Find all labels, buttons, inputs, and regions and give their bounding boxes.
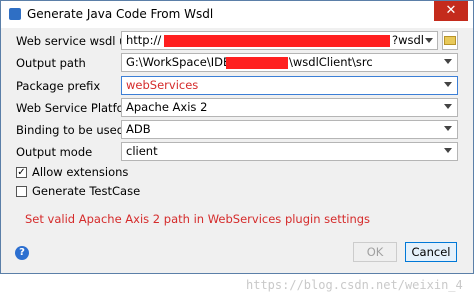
help-icon[interactable]: ? [15, 246, 29, 260]
allow-extensions-label: Allow extensions [32, 165, 129, 179]
redacted-block [164, 35, 390, 47]
chevron-down-icon[interactable] [425, 38, 433, 43]
binding-label: Binding to be used [16, 123, 124, 137]
wsdl-url-label: Web service wsdl url [16, 34, 135, 48]
redacted-block [226, 57, 288, 69]
chevron-down-icon[interactable] [444, 126, 452, 131]
watermark: https://blog.csdn.net/weixin_4 [246, 278, 463, 292]
platform-value: Apache Axis 2 [126, 100, 208, 114]
cancel-button[interactable]: Cancel [405, 242, 457, 262]
axis-path-warning: Set valid Apache Axis 2 path in WebServi… [25, 212, 371, 226]
browse-button[interactable] [442, 31, 458, 50]
output-mode-label: Output mode [16, 145, 93, 159]
output-path-select[interactable]: G:\WorkSpace\IDEA\ \wsdlClient\src [121, 53, 458, 72]
binding-select[interactable]: ADB [121, 120, 458, 139]
output-mode-select[interactable]: client [121, 142, 458, 161]
close-button[interactable]: ✕ [434, 1, 468, 21]
title-bar: Generate Java Code From Wsdl ✕ [1, 1, 473, 28]
platform-select[interactable]: Apache Axis 2 [121, 98, 458, 117]
ok-button[interactable]: OK [353, 242, 397, 262]
output-path-prefix: G:\WorkSpace\IDEA\ [126, 55, 242, 69]
output-mode-value: client [126, 144, 158, 158]
package-prefix-input[interactable]: webServices [121, 76, 458, 95]
wsdl-url-suffix: ?wsdl [392, 33, 424, 47]
app-icon [9, 8, 21, 20]
generate-java-code-dialog: Generate Java Code From Wsdl ✕ Web servi… [0, 0, 474, 292]
output-path-suffix: \wsdlClient\src [289, 55, 373, 69]
wsdl-url-prefix: http:// [126, 33, 162, 47]
generate-testcase-label: Generate TestCase [32, 184, 141, 198]
chevron-down-icon[interactable] [444, 82, 452, 87]
binding-value: ADB [126, 122, 151, 136]
chevron-down-icon[interactable] [444, 104, 452, 109]
dialog-content: Web service wsdl url http:// ?wsdl Outpu… [1, 28, 473, 292]
wsdl-url-input[interactable]: http:// ?wsdl [121, 31, 438, 50]
allow-extensions-checkbox[interactable]: ✓ [16, 167, 27, 178]
chevron-down-icon[interactable] [444, 148, 452, 153]
output-path-label: Output path [16, 56, 86, 70]
package-prefix-label: Package prefix [16, 79, 101, 93]
chevron-down-icon[interactable] [444, 59, 452, 64]
folder-icon [444, 36, 456, 45]
window-title: Generate Java Code From Wsdl [27, 7, 214, 21]
package-prefix-value: webServices [126, 78, 199, 92]
generate-testcase-checkbox[interactable] [16, 186, 27, 197]
